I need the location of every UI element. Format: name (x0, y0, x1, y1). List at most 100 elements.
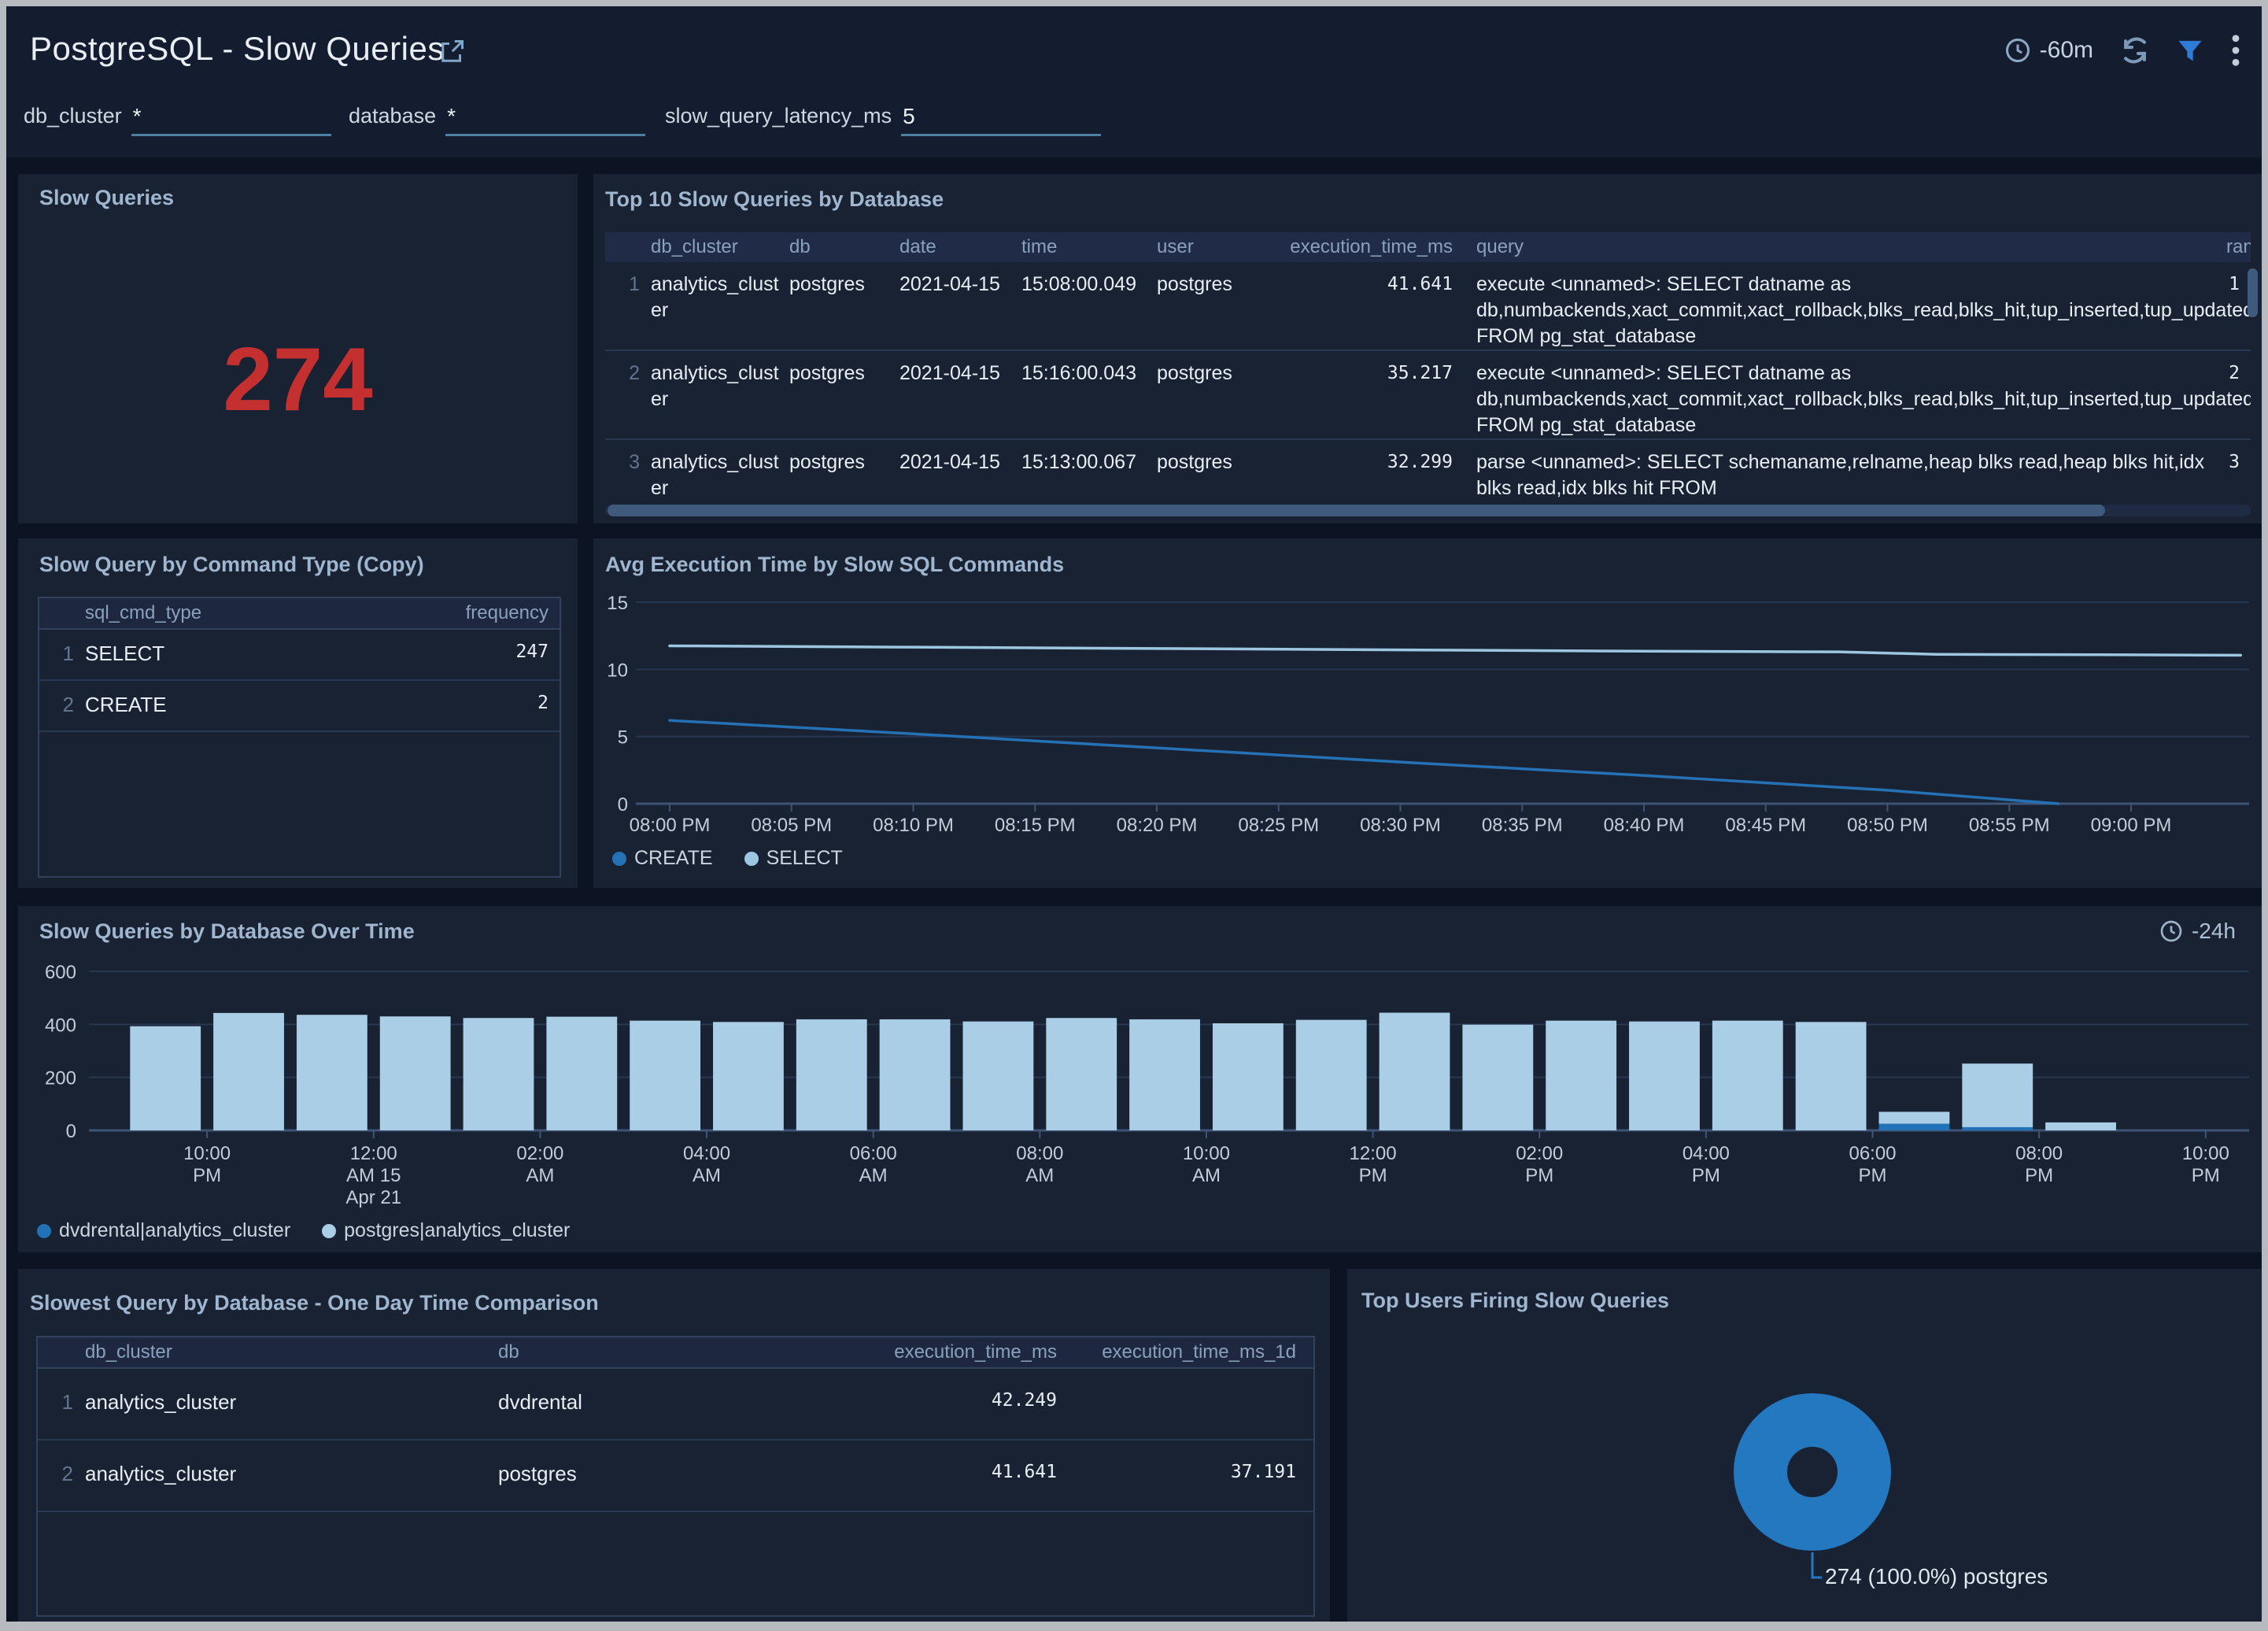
cell-db: postgres (789, 351, 899, 438)
legend-item[interactable]: CREATE (612, 847, 713, 870)
svg-text:08:35 PM: 08:35 PM (1482, 815, 1563, 836)
cell-frequency: 247 (426, 630, 560, 679)
legend-item[interactable]: postgres|analytics_cluster (322, 1219, 570, 1242)
cell-query: execute <unnamed>: SELECT datname as db,… (1453, 262, 2226, 350)
svg-text:08:00PM: 08:00PM (2015, 1143, 2063, 1186)
column-header[interactable]: execution_time_ms_1d (1057, 1337, 1313, 1367)
svg-text:02:00PM: 02:00PM (1516, 1143, 1563, 1186)
column-header[interactable]: db_cluster (73, 1337, 498, 1367)
table-row[interactable]: 2analytics_clusterpostgres2021-04-1515:1… (605, 351, 2251, 440)
legend-swatch (744, 852, 759, 866)
cell-rank: 3 (2226, 440, 2251, 503)
clock-icon (2004, 36, 2032, 65)
column-header[interactable]: execution_time_ms (829, 1337, 1057, 1367)
table-row[interactable]: 2analytics_clusterpostgres41.64137.191 (38, 1441, 1313, 1512)
svg-text:08:00 PM: 08:00 PM (630, 815, 711, 836)
column-header[interactable]: execution_time_ms (1259, 232, 1453, 262)
table-row[interactable]: 3analytics_clusterpostgres2021-04-1515:1… (605, 440, 2251, 503)
svg-text:09:00 PM: 09:00 PM (2091, 815, 2172, 836)
column-header[interactable]: rank (2226, 232, 2251, 262)
row-index: 2 (38, 1441, 73, 1511)
svg-text:08:30 PM: 08:30 PM (1360, 815, 1441, 836)
svg-text:10: 10 (607, 660, 628, 681)
filter-bar: db_cluster database slow_query_latency_m… (6, 98, 2262, 157)
filter-slow-query-latency: slow_query_latency_ms (665, 104, 1101, 136)
panel-title: Top 10 Slow Queries by Database (605, 187, 944, 212)
legend-item[interactable]: dvdrental|analytics_cluster (37, 1219, 290, 1242)
column-header[interactable]: time (1021, 232, 1157, 262)
share-icon[interactable] (438, 38, 466, 66)
cell-rank: 2 (2226, 351, 2251, 438)
svg-text:12:00PM: 12:00PM (1350, 1143, 1397, 1186)
svg-text:08:20 PM: 08:20 PM (1117, 815, 1198, 836)
cell-user: postgres (1157, 262, 1259, 350)
cell-db-cluster: analytics_cluster (640, 440, 789, 503)
svg-text:08:10 PM: 08:10 PM (873, 815, 954, 836)
table-row[interactable]: 1analytics_clusterdvdrental42.249 (38, 1369, 1313, 1441)
column-header[interactable]: db (789, 232, 899, 262)
panel-avg-execution-time: Avg Execution Time by Slow SQL Commands … (593, 538, 2262, 888)
svg-text:04:00PM: 04:00PM (1683, 1143, 1730, 1186)
filter-label: database (349, 104, 436, 136)
dashboard-frame: PostgreSQL - Slow Queries -60m db_cluste… (0, 0, 2268, 1631)
svg-text:06:00AM: 06:00AM (850, 1143, 897, 1186)
kebab-menu-icon[interactable] (2230, 33, 2241, 68)
svg-text:08:05 PM: 08:05 PM (751, 815, 832, 836)
row-index: 1 (38, 1369, 73, 1439)
cell-execution-time: 42.249 (829, 1369, 1057, 1439)
cell-time: 15:08:00.049 (1021, 262, 1157, 350)
cell-user: postgres (1157, 440, 1259, 503)
column-header[interactable]: user (1157, 232, 1259, 262)
chart-legend: dvdrental|analytics_cluster postgres|anal… (37, 1219, 570, 1242)
panel-top10-slow-queries: Top 10 Slow Queries by Database db_clust… (593, 174, 2262, 523)
legend-label: postgres|analytics_cluster (344, 1219, 570, 1242)
table-row[interactable]: 1analytics_clusterpostgres2021-04-1515:0… (605, 262, 2251, 351)
refresh-icon[interactable] (2120, 35, 2150, 65)
table-header: db_cluster db date time user execution_t… (605, 232, 2251, 262)
cell-execution-time-1d (1057, 1369, 1313, 1439)
column-header[interactable]: date (899, 232, 1021, 262)
db-cluster-input[interactable] (131, 104, 331, 136)
donut-annotation: 274 (100.0%) postgres (1825, 1564, 2048, 1588)
column-header[interactable]: db_cluster (640, 232, 789, 262)
latency-input[interactable] (901, 104, 1101, 136)
cell-execution-time-1d: 37.191 (1057, 1441, 1313, 1511)
cell-date: 2021-04-15 (899, 351, 1021, 438)
legend-item[interactable]: SELECT (744, 847, 843, 870)
column-header[interactable]: db (498, 1337, 829, 1367)
slow-queries-bar-chart: 020040060010:00PM12:00AM 15Apr 2102:00AM… (18, 906, 2262, 1252)
legend-label: SELECT (766, 847, 843, 870)
row-index: 1 (39, 630, 74, 679)
cell-execution-time: 41.641 (1259, 262, 1453, 350)
vertical-scrollbar[interactable] (2248, 268, 2258, 317)
svg-text:200: 200 (45, 1068, 76, 1089)
svg-text:08:50 PM: 08:50 PM (1847, 815, 1928, 836)
cell-db-cluster: analytics_cluster (73, 1369, 498, 1439)
slow-query-count: 274 (18, 328, 578, 431)
legend-swatch (37, 1224, 51, 1238)
filter-icon[interactable] (2177, 37, 2203, 64)
legend-swatch (612, 852, 626, 866)
filter-database: database (349, 104, 645, 136)
panel-command-type: Slow Query by Command Type (Copy) sql_cm… (18, 538, 578, 888)
cell-date: 2021-04-15 (899, 440, 1021, 503)
filter-label: db_cluster (24, 104, 122, 136)
svg-text:10:00PM: 10:00PM (2182, 1143, 2229, 1186)
horizontal-scrollbar[interactable] (605, 505, 2251, 516)
table-row[interactable]: 2CREATE2 (39, 681, 560, 732)
cell-db: postgres (789, 440, 899, 503)
svg-text:06:00PM: 06:00PM (1849, 1143, 1896, 1186)
column-header[interactable]: sql_cmd_type (74, 598, 426, 628)
cell-execution-time: 41.641 (829, 1441, 1057, 1511)
svg-text:08:15 PM: 08:15 PM (995, 815, 1076, 836)
column-header[interactable]: query (1453, 232, 2226, 262)
table-row[interactable]: 1SELECT247 (39, 630, 560, 681)
time-range-control[interactable]: -60m (2004, 36, 2093, 65)
column-header[interactable]: frequency (426, 598, 560, 628)
cell-frequency: 2 (426, 681, 560, 730)
time-range-label: -60m (2040, 37, 2093, 64)
svg-text:0: 0 (618, 794, 628, 816)
database-input[interactable] (445, 104, 645, 136)
row-index: 2 (605, 351, 640, 438)
cell-db-cluster: analytics_cluster (73, 1441, 498, 1511)
